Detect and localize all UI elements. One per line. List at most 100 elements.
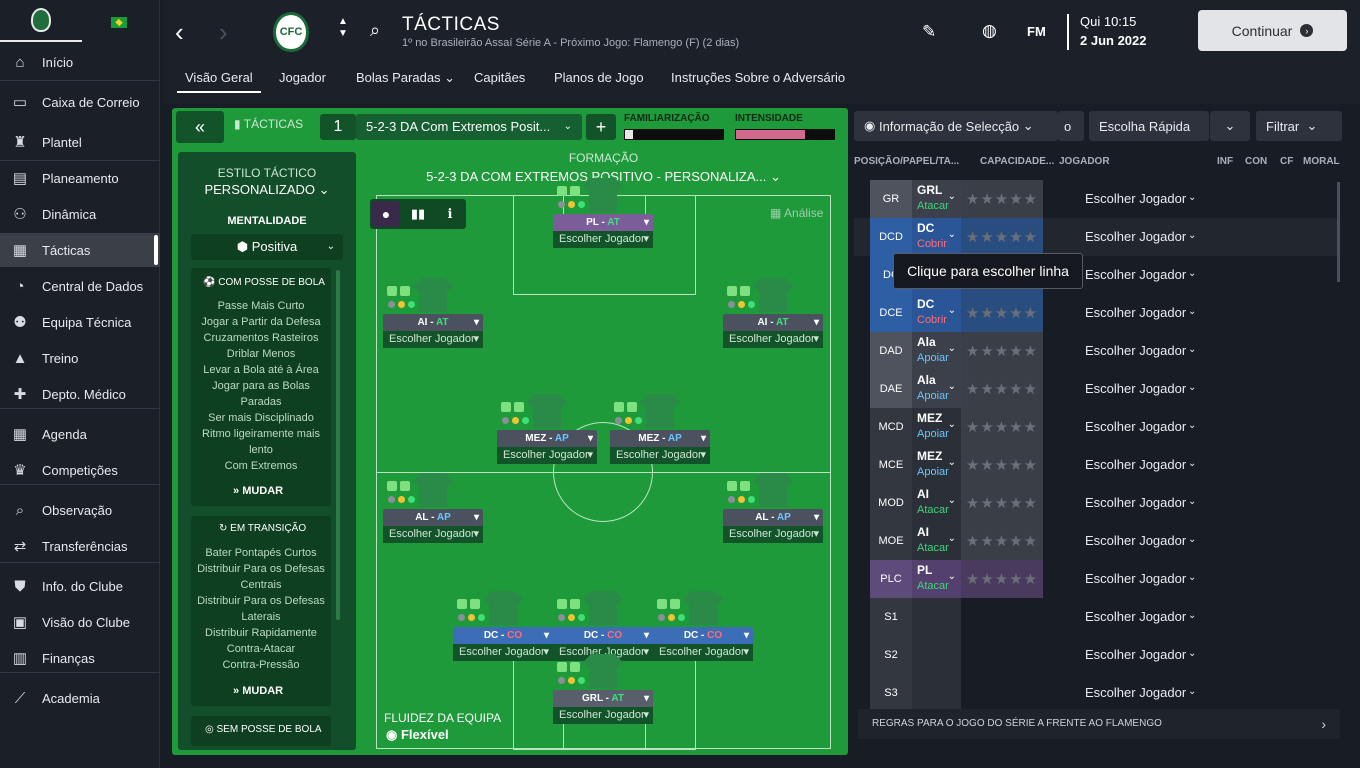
choose-player-label[interactable]: Escolher Jogador [1085, 191, 1186, 206]
column-header[interactable]: INF [1217, 156, 1233, 167]
choose-player-label[interactable]: Escolher Jogador [1085, 343, 1186, 358]
club-switcher[interactable] [0, 0, 82, 42]
sidebar-item-medical[interactable]: ✚ Depto. Médico [0, 377, 160, 411]
tab-0[interactable]: Visão Geral [177, 70, 261, 93]
tactic-slot[interactable]: 1 [320, 114, 356, 140]
role-duty-cell[interactable]: AI Atacar ⌄ [912, 522, 961, 560]
tab-1[interactable]: Jogador [279, 70, 326, 85]
choose-player-dropdown[interactable]: Escolher Jogador ▾ [610, 447, 710, 464]
add-tactic-icon[interactable]: + [586, 114, 616, 140]
choose-player-dropdown[interactable]: Escolher Jogador ▾ [723, 331, 823, 348]
selection-scrollbar[interactable] [1337, 182, 1340, 282]
selection-row[interactable]: S2 Escolher Jogador ⌄ [854, 636, 1340, 674]
sidebar-item-scouting[interactable]: ⌕ Observação [0, 493, 160, 527]
style-selector[interactable]: PERSONALIZADO ⌄ [178, 182, 356, 198]
selection-row[interactable]: MCD MEZ Apoiar ⌄ ★★★★★ Escolher Jogador ⌄ [854, 408, 1340, 446]
selection-row[interactable]: MOD AI Atacar ⌄ ★★★★★ Escolher Jogador ⌄ [854, 484, 1340, 522]
continue-button[interactable]: Continuar › [1198, 10, 1347, 51]
choose-player-label[interactable]: Escolher Jogador [1085, 495, 1186, 510]
sidebar-item-tactics[interactable]: ▦ Tácticas [0, 233, 160, 267]
sidebar-item-staff[interactable]: ⚉ Equipa Técnica [0, 305, 160, 339]
choose-player-dropdown[interactable]: Escolher Jogador ▾ [553, 231, 653, 248]
choose-player-dropdown[interactable]: Escolher Jogador ▾ [723, 526, 823, 543]
selection-row[interactable]: DCD DC Cobrir ⌄ ★★★★★ Escolher Jogador ⌄ [854, 218, 1340, 256]
role-label[interactable]: AI - AT ▾ [723, 314, 823, 331]
choose-player-label[interactable]: Escolher Jogador [1085, 305, 1186, 320]
change-in-transition-button[interactable]: » MUDAR [233, 685, 283, 697]
sidebar-item-trophy[interactable]: ♛ Competições [0, 453, 160, 487]
analysis-button[interactable]: ▦ Análise [770, 206, 823, 220]
intensity-meter[interactable] [735, 129, 835, 140]
tactic-selector[interactable]: 5-2-3 DA Com Extremos Posit... ⌄ [356, 114, 582, 140]
player-slot[interactable]: AI - AT ▾ Escolher Jogador ▾ [723, 278, 823, 348]
selection-row[interactable]: DCE DC Cobrir ⌄ ★★★★★ Escolher Jogador ⌄ [854, 294, 1340, 332]
role-duty-cell[interactable] [912, 636, 961, 674]
role-label[interactable]: DC - CO ▾ [553, 627, 653, 644]
familiarity-meter[interactable] [624, 129, 724, 140]
role-label[interactable]: MEZ - AP ▾ [610, 430, 710, 447]
partial-button[interactable]: o [1058, 111, 1084, 141]
selection-row[interactable]: DAD Ala Apoiar ⌄ ★★★★★ Escolher Jogador ⌄ [854, 332, 1340, 370]
column-header[interactable]: CF [1280, 156, 1293, 167]
player-slot[interactable]: MEZ - AP ▾ Escolher Jogador ▾ [610, 394, 710, 464]
info-view-icon[interactable]: ℹ [436, 201, 464, 227]
role-duty-cell[interactable]: PL Atacar ⌄ [912, 560, 961, 598]
club-switch-icon[interactable]: ▲ ▼ [338, 16, 348, 40]
choose-player-dropdown[interactable]: Escolher Jogador ▾ [653, 644, 753, 661]
choose-player-label[interactable]: Escolher Jogador [1085, 609, 1186, 624]
role-label[interactable]: GRL - AT ▾ [553, 690, 653, 707]
column-header[interactable]: JOGADOR [1059, 156, 1110, 167]
back-arrow-icon[interactable]: ‹ [175, 17, 184, 48]
tab-5[interactable]: Instruções Sobre o Adversário [671, 70, 845, 85]
fm-logo[interactable]: FM [1027, 24, 1046, 39]
selection-row[interactable]: S1 Escolher Jogador ⌄ [854, 598, 1340, 636]
tab-2[interactable]: Bolas Paradas ⌄ [356, 70, 455, 86]
choose-player-label[interactable]: Escolher Jogador [1085, 229, 1186, 244]
role-label[interactable]: PL - AT ▾ [553, 214, 653, 231]
choose-player-dropdown[interactable]: Escolher Jogador ▾ [453, 644, 553, 661]
choose-player-label[interactable]: Escolher Jogador [1085, 685, 1186, 700]
tactics-toggle[interactable]: ▮ TÁCTICAS [234, 117, 303, 131]
choose-player-dropdown[interactable]: Escolher Jogador ▾ [383, 331, 483, 348]
choose-player-label[interactable]: Escolher Jogador [1085, 419, 1186, 434]
tab-4[interactable]: Planos de Jogo [554, 70, 644, 85]
stats-view-icon[interactable]: ▮▮ [404, 201, 432, 227]
role-duty-cell[interactable]: GRL Atacar ⌄ [912, 180, 961, 218]
role-label[interactable]: DC - CO ▾ [453, 627, 553, 644]
role-label[interactable]: AL - AP ▾ [723, 509, 823, 526]
club-crest[interactable]: CFC [273, 12, 309, 52]
role-duty-cell[interactable]: Ala Apoiar ⌄ [912, 370, 961, 408]
player-slot[interactable]: AI - AT ▾ Escolher Jogador ▾ [383, 278, 483, 348]
player-slot[interactable]: DC - CO ▾ Escolher Jogador ▾ [453, 591, 553, 661]
sidebar-item-finances[interactable]: ▥ Finanças [0, 641, 160, 675]
world-icon[interactable]: ◍ [982, 21, 997, 41]
player-slot[interactable]: DC - CO ▾ Escolher Jogador ▾ [553, 591, 653, 661]
role-label[interactable]: AI - AT ▾ [383, 314, 483, 331]
sidebar-item-data-hub[interactable]: ◔ Central de Dados [0, 269, 160, 303]
role-duty-cell[interactable] [912, 598, 961, 636]
sidebar-item-transfers[interactable]: ⇄ Transferências [0, 529, 160, 563]
selection-row[interactable]: MOE AI Atacar ⌄ ★★★★★ Escolher Jogador ⌄ [854, 522, 1340, 560]
column-header[interactable]: POSIÇÃO/PAPEL/TA... [854, 156, 959, 167]
choose-player-label[interactable]: Escolher Jogador [1085, 533, 1186, 548]
player-slot[interactable]: AL - AP ▾ Escolher Jogador ▾ [723, 473, 823, 543]
sidebar-item-inbox[interactable]: ▭ Caixa de Correio [0, 85, 160, 119]
sidebar-item-home[interactable]: ⌂ Início [0, 45, 160, 79]
forward-arrow-icon[interactable]: › [219, 17, 228, 48]
choose-player-label[interactable]: Escolher Jogador [1085, 267, 1186, 282]
role-duty-cell[interactable] [912, 674, 961, 712]
selection-row[interactable]: PLC PL Atacar ⌄ ★★★★★ Escolher Jogador ⌄ [854, 560, 1340, 598]
choose-player-dropdown[interactable]: Escolher Jogador ▾ [553, 707, 653, 724]
style-scrollbar[interactable] [336, 270, 340, 620]
column-header[interactable]: CAPACIDADE... [980, 156, 1054, 167]
change-in-possession-button[interactable]: » MUDAR [233, 485, 283, 497]
column-header[interactable]: MORAL [1303, 156, 1340, 167]
choose-player-label[interactable]: Escolher Jogador [1085, 457, 1186, 472]
collapse-icon[interactable]: « [176, 111, 224, 143]
choose-player-dropdown[interactable]: Escolher Jogador ▾ [383, 526, 483, 543]
fluidity-selector[interactable]: ◉ Flexível [386, 727, 449, 743]
mentality-selector[interactable]: ⬢ Positiva ⌄ [191, 234, 343, 260]
role-duty-cell[interactable]: Ala Apoiar ⌄ [912, 332, 961, 370]
choose-player-label[interactable]: Escolher Jogador [1085, 571, 1186, 586]
sidebar-item-shirt[interactable]: ♜ Plantel [0, 125, 160, 159]
